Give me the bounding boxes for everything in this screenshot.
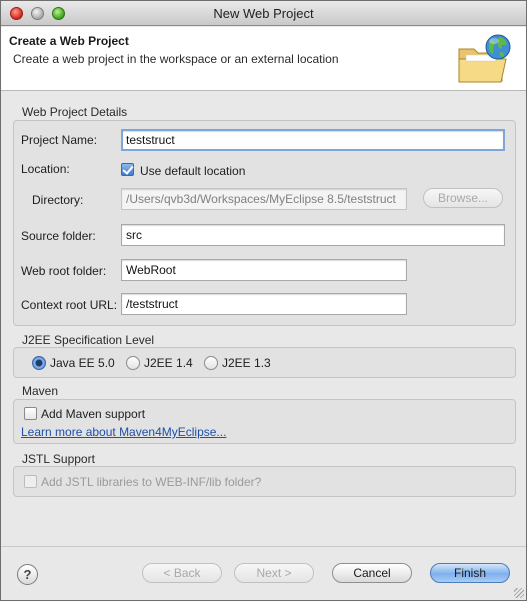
back-button[interactable]: < Back xyxy=(142,563,222,583)
wizard-banner: Create a Web Project Create a web projec… xyxy=(1,27,526,91)
banner-title: Create a Web Project xyxy=(9,34,129,48)
radio-j2ee-1-3-label[interactable]: J2EE 1.3 xyxy=(222,356,271,370)
j2ee-spec-level-group: Java EE 5.0 J2EE 1.4 J2EE 1.3 xyxy=(13,347,516,378)
finish-button[interactable]: Finish xyxy=(430,563,510,583)
maven-label: Maven xyxy=(22,384,59,398)
new-web-project-dialog: New Web Project Create a Web Project Cre… xyxy=(0,0,527,601)
project-name-label: Project Name: xyxy=(21,133,98,147)
web-root-folder-label: Web root folder: xyxy=(21,264,107,278)
add-jstl-libraries-label[interactable]: Add JSTL libraries to WEB-INF/lib folder… xyxy=(41,475,261,489)
web-project-details-label: Web Project Details xyxy=(22,105,128,119)
radio-j2ee-1-4[interactable] xyxy=(126,356,140,370)
add-jstl-libraries-checkbox[interactable] xyxy=(24,475,37,488)
source-folder-input[interactable]: src xyxy=(121,224,505,246)
directory-label: Directory: xyxy=(32,193,84,207)
project-name-input[interactable]: teststruct xyxy=(121,129,505,151)
footer-separator xyxy=(1,546,526,547)
learn-more-maven-link[interactable]: Learn more about Maven4MyEclipse... xyxy=(21,425,226,439)
directory-input[interactable]: /Users/qvb3d/Workspaces/MyEclipse 8.5/te… xyxy=(121,188,407,210)
web-root-folder-input[interactable]: WebRoot xyxy=(121,259,407,281)
location-label: Location: xyxy=(21,162,70,176)
add-maven-support-checkbox[interactable] xyxy=(24,407,37,420)
maven-group: Add Maven support Learn more about Maven… xyxy=(13,399,516,444)
radio-java-ee-5[interactable] xyxy=(32,356,46,370)
window-title: New Web Project xyxy=(213,6,314,21)
j2ee-spec-level-label: J2EE Specification Level xyxy=(22,333,155,347)
title-bar[interactable]: New Web Project xyxy=(1,1,526,26)
radio-j2ee-1-3[interactable] xyxy=(204,356,218,370)
jstl-support-group: Add JSTL libraries to WEB-INF/lib folder… xyxy=(13,466,516,497)
radio-j2ee-1-4-label[interactable]: J2EE 1.4 xyxy=(144,356,193,370)
use-default-location-label[interactable]: Use default location xyxy=(140,164,245,178)
browse-button[interactable]: Browse... xyxy=(423,188,503,208)
use-default-location-checkbox[interactable] xyxy=(121,163,134,176)
source-folder-label: Source folder: xyxy=(21,229,96,243)
context-root-url-input[interactable]: /teststruct xyxy=(121,293,407,315)
cancel-button[interactable]: Cancel xyxy=(332,563,412,583)
banner-description: Create a web project in the workspace or… xyxy=(13,52,339,66)
radio-java-ee-5-label[interactable]: Java EE 5.0 xyxy=(50,356,115,370)
add-maven-support-label[interactable]: Add Maven support xyxy=(41,407,145,421)
help-button[interactable]: ? xyxy=(17,564,38,585)
jstl-support-label: JSTL Support xyxy=(22,452,95,466)
context-root-url-label: Context root URL: xyxy=(21,298,118,312)
web-project-details-group: Project Name: teststruct Location: Use d… xyxy=(13,120,516,326)
next-button[interactable]: Next > xyxy=(234,563,314,583)
resize-grip[interactable] xyxy=(514,588,524,598)
globe-folder-icon xyxy=(458,34,511,83)
